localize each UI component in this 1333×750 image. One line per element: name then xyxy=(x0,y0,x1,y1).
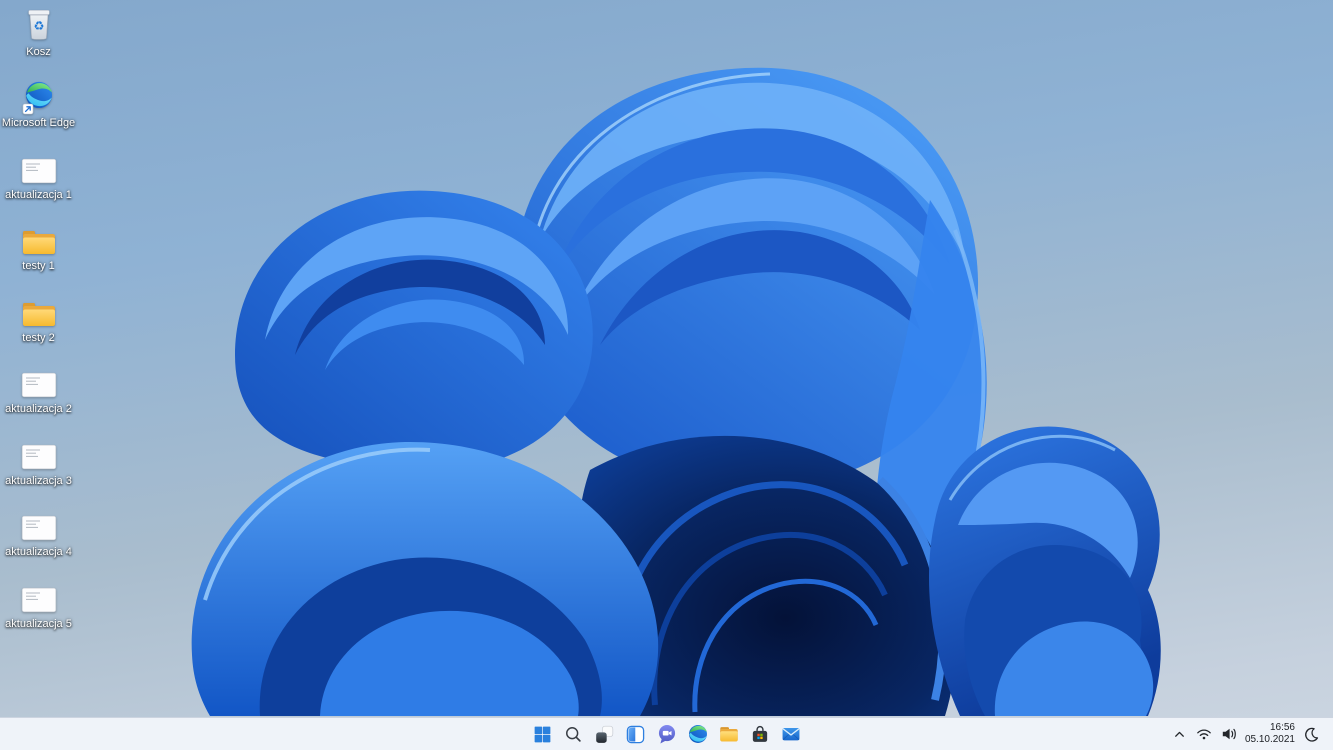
desktop-icon-label: aktualizacja 1 xyxy=(5,189,72,201)
store-icon xyxy=(752,726,767,742)
recycle-bin-icon: ♻ xyxy=(23,4,55,44)
folder-icon xyxy=(21,218,57,258)
task-view-button[interactable] xyxy=(592,721,618,747)
desktop-icon-testy-2[interactable]: testy 2 xyxy=(1,290,76,345)
windows-logo-icon xyxy=(534,726,551,742)
volume-icon xyxy=(1222,728,1236,740)
desktop-icon-label: aktualizacja 5 xyxy=(5,618,72,630)
focus-assist-moon-icon xyxy=(1305,727,1319,742)
bloom-wallpaper xyxy=(191,67,1161,716)
desktop-icon-label: aktualizacja 4 xyxy=(5,546,72,558)
mail-button[interactable] xyxy=(778,721,804,747)
start-button[interactable] xyxy=(530,721,556,747)
desktop-icon-label: aktualizacja 2 xyxy=(5,403,72,415)
mail-icon xyxy=(782,728,799,741)
svg-text:♻: ♻ xyxy=(33,19,44,33)
file-explorer-button[interactable] xyxy=(716,721,742,747)
desktop-icon-aktualizacja-1[interactable]: aktualizacja 1 xyxy=(1,147,76,202)
task-view-icon xyxy=(596,725,614,743)
tray-focus-assist-button[interactable] xyxy=(1302,725,1321,744)
taskbar-center-buttons xyxy=(530,718,804,750)
desktop-icon-label: aktualizacja 3 xyxy=(5,475,72,487)
tray-time: 16:56 xyxy=(1269,722,1295,733)
desktop-icon-label: Microsoft Edge xyxy=(1,117,76,129)
widgets-button[interactable] xyxy=(623,721,649,747)
tray-chevron-button[interactable] xyxy=(1171,726,1188,743)
edge-icon xyxy=(22,75,56,115)
desktop-icon-recycle-bin[interactable]: ♻ Kosz xyxy=(1,4,76,59)
tray-network-button[interactable] xyxy=(1195,725,1213,743)
desktop-icon-label: Kosz xyxy=(26,46,51,58)
edge-button[interactable] xyxy=(685,721,711,747)
chat-button[interactable] xyxy=(654,721,680,747)
folder-icon xyxy=(21,290,57,330)
taskbar-clock[interactable]: 16:56 05.10.2021 xyxy=(1245,722,1295,746)
wifi-icon xyxy=(1197,729,1211,740)
search-icon xyxy=(566,726,581,742)
document-icon xyxy=(21,147,57,187)
desktop-icon-aktualizacja-4[interactable]: aktualizacja 4 xyxy=(1,504,76,559)
desktop-icon-microsoft-edge[interactable]: Microsoft Edge xyxy=(1,75,76,130)
document-icon xyxy=(21,361,57,401)
document-icon xyxy=(21,433,57,473)
desktop-icon-label: testy 2 xyxy=(22,332,55,344)
desktop-icon-testy-1[interactable]: testy 1 xyxy=(1,218,76,273)
tray-date: 05.10.2021 xyxy=(1244,734,1295,745)
desktop-icon-aktualizacja-2[interactable]: aktualizacja 2 xyxy=(1,361,76,416)
system-tray: 16:56 05.10.2021 xyxy=(1171,718,1321,750)
desktop-icon-aktualizacja-3[interactable]: aktualizacja 3 xyxy=(1,433,76,488)
desktop-icon-aktualizacja-5[interactable]: aktualizacja 5 xyxy=(1,576,76,631)
document-icon xyxy=(21,504,57,544)
widgets-icon xyxy=(626,725,645,743)
taskbar: 16:56 05.10.2021 xyxy=(0,717,1333,750)
file-explorer-icon xyxy=(719,727,738,742)
microsoft-store-button[interactable] xyxy=(747,721,773,747)
tray-volume-button[interactable] xyxy=(1220,725,1238,743)
search-button[interactable] xyxy=(561,721,587,747)
document-icon xyxy=(21,576,57,616)
chat-icon xyxy=(658,725,675,744)
desktop[interactable]: ♻ Kosz Microsoft Edge aktualizacja 1 tes… xyxy=(0,0,1333,750)
chevron-up-icon xyxy=(1174,731,1184,737)
desktop-icon-label: testy 1 xyxy=(22,260,55,272)
edge-icon xyxy=(688,725,707,743)
